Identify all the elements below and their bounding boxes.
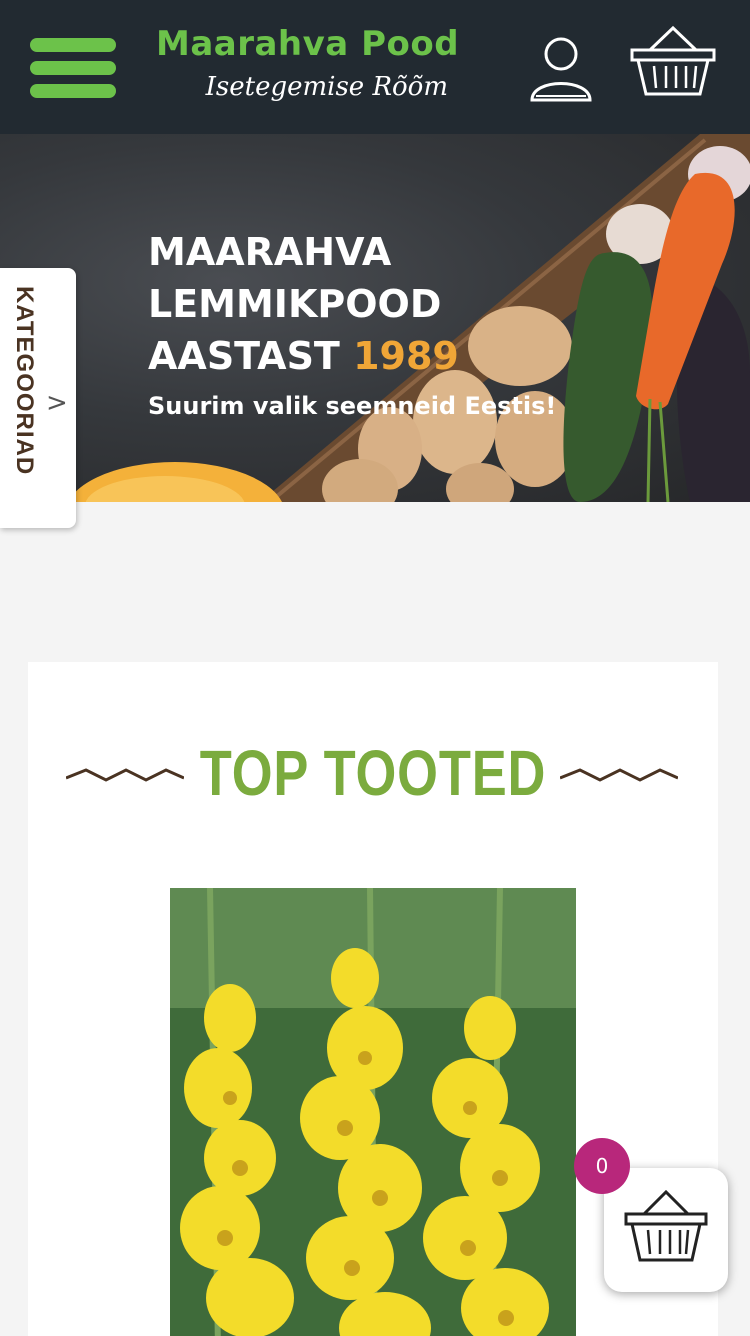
hero-banner: MAARAHVA LEMMIKPOOD AASTAST 1989 Suurim … xyxy=(0,134,750,502)
logo-title: Maarahva Pood xyxy=(156,24,460,64)
hero-text: MAARAHVA LEMMIKPOOD AASTAST 1989 Suurim … xyxy=(148,226,556,420)
floating-cart-button[interactable] xyxy=(604,1168,728,1292)
cart-count-badge: 0 xyxy=(574,1138,630,1194)
basket-icon xyxy=(624,1189,708,1262)
hero-title-line3-text: AASTAST xyxy=(148,334,340,378)
hamburger-menu-icon[interactable] xyxy=(30,38,116,98)
categories-tab-label: KATEGOORIAD xyxy=(11,286,38,476)
site-logo[interactable]: Maarahva Pood Isetegemise Rõõm xyxy=(156,24,460,114)
product-image[interactable] xyxy=(170,888,576,1336)
basket-icon[interactable] xyxy=(628,24,718,98)
logo-subtitle: Isetegemise Rõõm xyxy=(205,72,448,102)
categories-tab[interactable]: KATEGOORIAD > xyxy=(0,268,76,528)
chevron-right-icon: > xyxy=(46,388,68,418)
hero-title-line3: AASTAST 1989 xyxy=(148,330,556,382)
zigzag-divider-icon xyxy=(560,768,678,782)
hero-title-line2: LEMMIKPOOD xyxy=(148,282,442,326)
section-header: TOP TOOTED xyxy=(28,736,718,816)
site-header: Maarahva Pood Isetegemise Rõõm xyxy=(0,0,750,134)
hero-year: 1989 xyxy=(353,334,459,378)
user-icon[interactable] xyxy=(528,34,594,104)
hero-title-line1: MAARAHVA xyxy=(148,230,392,274)
hero-title: MAARAHVA LEMMIKPOOD AASTAST 1989 xyxy=(148,226,556,382)
hero-subtitle: Suurim valik seemneid Eestis! xyxy=(148,392,557,420)
